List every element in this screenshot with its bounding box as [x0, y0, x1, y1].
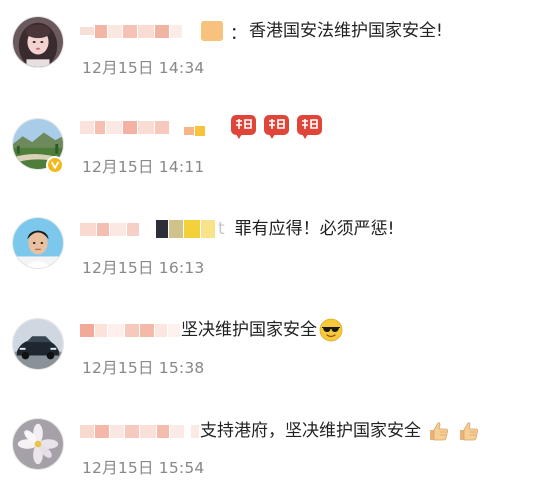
username-redacted[interactable] [80, 319, 181, 341]
username-redacted[interactable]: t [80, 218, 235, 240]
verified-badge-icon [46, 156, 64, 174]
username-redacted[interactable] [80, 116, 230, 138]
comment-time: 12月15日 14:34 [82, 59, 205, 77]
comment-line [80, 114, 329, 140]
comment-line: 坚决维护国家安全 [80, 317, 343, 343]
avatar[interactable] [12, 418, 64, 470]
support-badge-icon [263, 114, 290, 140]
thumbs-up-icon [427, 419, 451, 443]
comment-line: t 罪有应得！必须严惩! [80, 216, 395, 242]
comment-line: ： 香港国安法维护国家安全! [80, 18, 443, 44]
avatar-car-photo-icon [13, 319, 63, 369]
avatar[interactable] [12, 16, 64, 68]
thumbs-up-icon [457, 419, 481, 443]
comment-item: 支持港府，坚决维护国家安全 12月15日 15:54 [0, 398, 539, 498]
comment-text: 坚决维护国家安全 [181, 320, 317, 340]
comment-item: t 罪有应得！必须严惩! 12月15日 16:13 [0, 200, 539, 300]
name-separator: ： [230, 23, 247, 44]
comment-time: 12月15日 14:11 [82, 158, 205, 176]
comment-time: 12月15日 16:13 [82, 259, 205, 277]
avatar[interactable] [12, 217, 64, 269]
avatar-girl-photo-icon [13, 17, 63, 67]
avatar-flower-photo-icon [13, 419, 63, 469]
comment-time: 12月15日 15:38 [82, 359, 205, 377]
comment-text: 罪有应得！必须严惩! [234, 219, 395, 239]
support-badge-icon [296, 114, 323, 140]
username-redacted[interactable] [80, 20, 224, 42]
comment-text: 支持港府，坚决维护国家安全 [200, 421, 421, 441]
avatar[interactable] [12, 318, 64, 370]
username-redacted[interactable] [80, 420, 200, 442]
sunglasses-face-icon [319, 318, 343, 342]
comment-item: ： 香港国安法维护国家安全! 12月15日 14:34 [0, 0, 539, 100]
comment-line: 支持港府，坚决维护国家安全 [80, 418, 481, 444]
support-badge-icon [230, 114, 257, 140]
avatar-boy-photo-icon [13, 218, 63, 268]
comment-text: 香港国安法维护国家安全! [249, 21, 443, 41]
comment-time: 12月15日 15:54 [82, 459, 205, 477]
comment-item: 坚决维护国家安全 12月15日 15:38 [0, 300, 539, 400]
comment-item: 12月15日 14:11 [0, 100, 539, 200]
